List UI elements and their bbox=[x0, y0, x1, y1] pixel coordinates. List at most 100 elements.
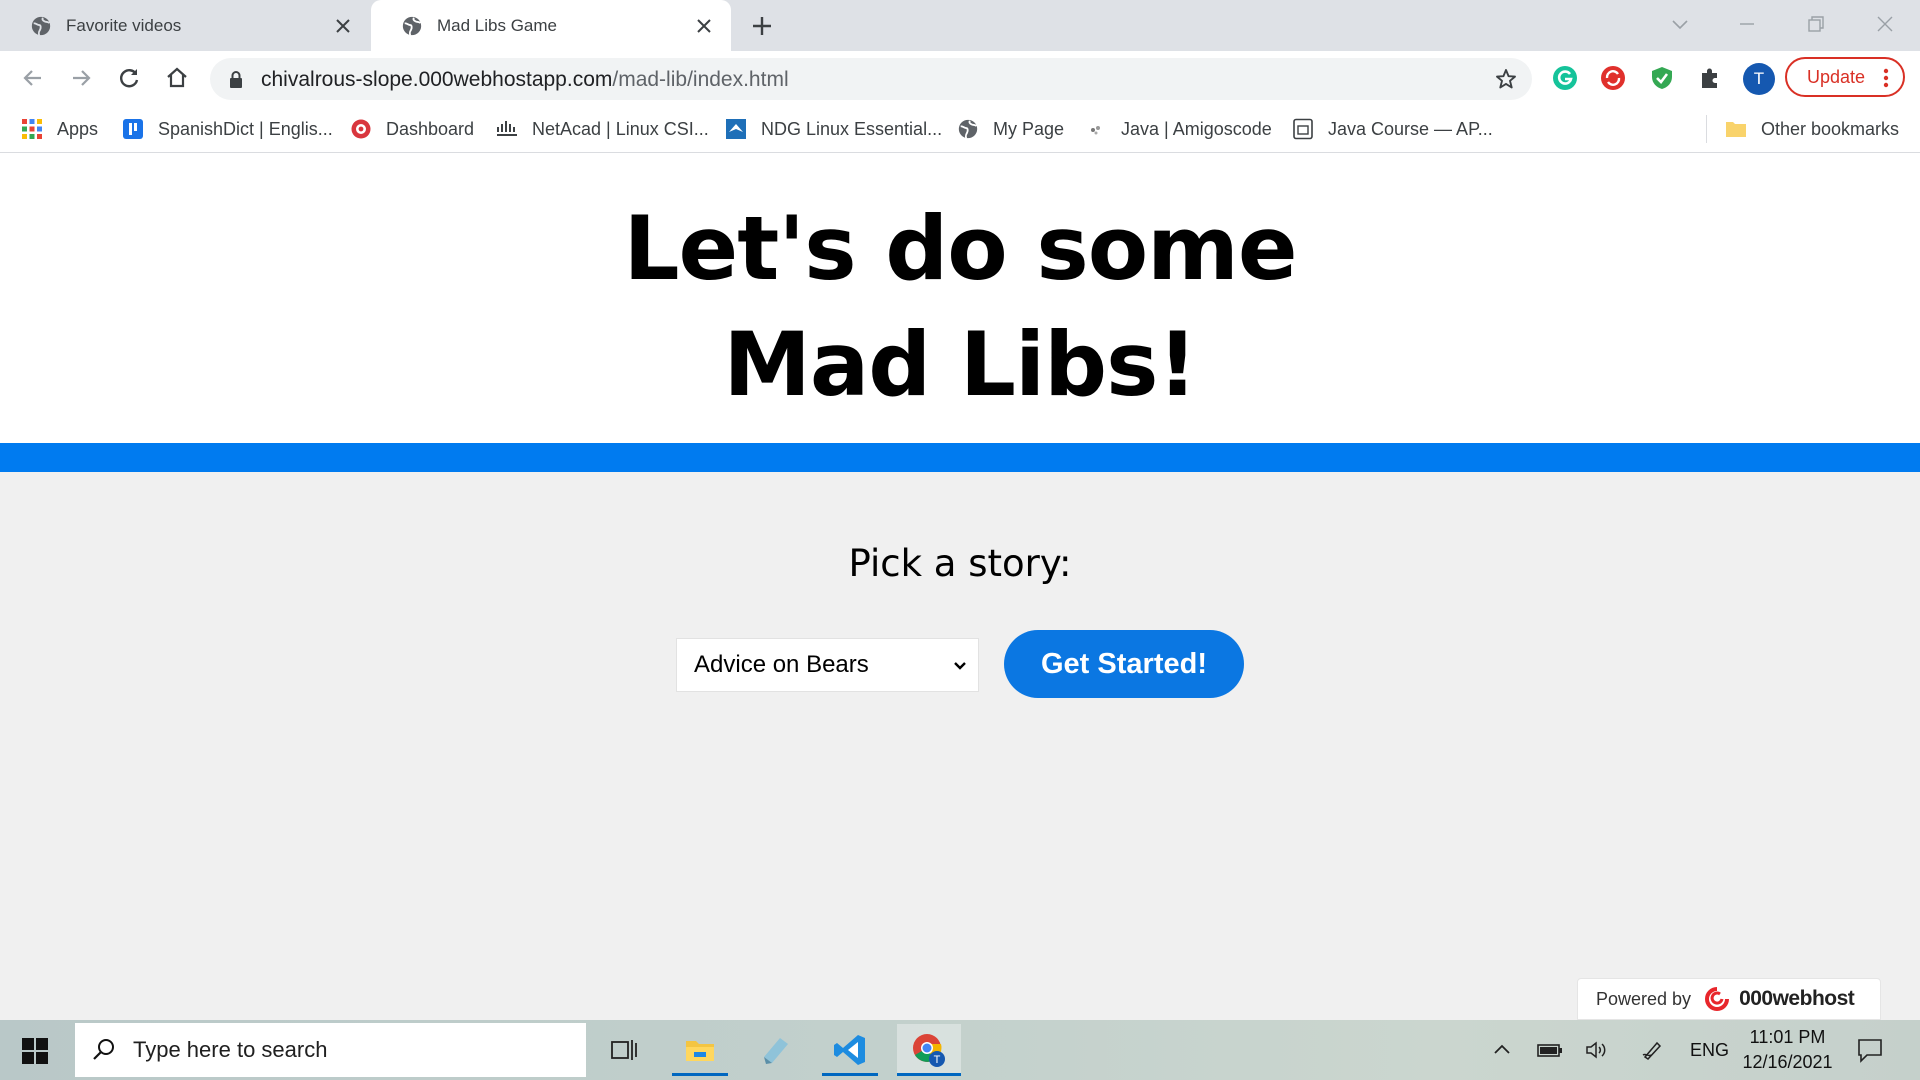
close-tab-icon[interactable] bbox=[334, 17, 352, 35]
reload-icon[interactable] bbox=[115, 64, 143, 92]
bookmark-my-page[interactable]: My Page bbox=[957, 115, 1064, 143]
running-indicator bbox=[897, 1073, 961, 1076]
bookmark-netacad[interactable]: NetAcad | Linux CSI... bbox=[496, 115, 709, 143]
new-tab-icon[interactable] bbox=[750, 14, 774, 38]
other-bookmarks-label: Other bookmarks bbox=[1761, 118, 1900, 139]
bookmark-spanishdict[interactable]: SpanishDict | Englis... bbox=[122, 115, 333, 143]
url-path: /mad-lib/index.html bbox=[612, 68, 789, 91]
update-label: Update bbox=[1807, 66, 1866, 87]
tab-mad-libs-game[interactable]: Mad Libs Game bbox=[371, 0, 731, 51]
title-line-2: Mad Libs! bbox=[723, 313, 1197, 416]
taskbar-notepad-app[interactable] bbox=[748, 1024, 804, 1076]
page-main: Pick a story: Advice on Bears Get Starte… bbox=[0, 472, 1920, 1020]
bookmark-label: Apps bbox=[57, 118, 99, 139]
pen-workspace[interactable] bbox=[1640, 1020, 1664, 1080]
battery-icon bbox=[1537, 1044, 1562, 1057]
notification-icon bbox=[1858, 1039, 1882, 1063]
taskbar-file-explorer[interactable] bbox=[672, 1024, 728, 1076]
powered-by-text: Powered by bbox=[1596, 988, 1692, 1009]
bookmark-amigoscode[interactable]: Java | Amigoscode bbox=[1085, 115, 1272, 143]
tab-search-chevron-icon[interactable] bbox=[1668, 12, 1692, 36]
other-bookmarks-folder[interactable]: Other bookmarks bbox=[1725, 115, 1899, 143]
document-icon bbox=[1293, 118, 1313, 140]
title-line-1: Let's do some bbox=[623, 197, 1297, 300]
globe-icon bbox=[402, 16, 422, 35]
vscode-icon bbox=[834, 1035, 865, 1065]
dashboard-icon bbox=[351, 119, 371, 139]
sync-extension-icon[interactable] bbox=[1599, 64, 1627, 92]
pick-story-label: Pick a story: bbox=[848, 542, 1072, 585]
globe-icon bbox=[958, 119, 978, 139]
show-hidden-icons-button[interactable] bbox=[1490, 1020, 1514, 1080]
bookmark-ndg-linux[interactable]: NDG Linux Essential... bbox=[725, 115, 942, 143]
taskbar-vscode[interactable] bbox=[822, 1024, 878, 1076]
action-center-button[interactable] bbox=[1856, 1020, 1884, 1080]
grammarly-icon[interactable] bbox=[1551, 64, 1579, 92]
taskbar-chrome[interactable]: T bbox=[897, 1024, 961, 1076]
bookmark-label: Dashboard bbox=[386, 118, 475, 139]
windows-start-icon[interactable] bbox=[22, 1038, 48, 1064]
volume-control[interactable] bbox=[1584, 1020, 1608, 1080]
task-view-icon bbox=[611, 1040, 637, 1060]
lock-icon[interactable] bbox=[228, 70, 244, 88]
bookmark-label: SpanishDict | Englis... bbox=[158, 118, 333, 139]
apps-grid-icon bbox=[22, 119, 42, 139]
clock-date: 12/16/2021 bbox=[1742, 1052, 1833, 1072]
bookmark-dashboard[interactable]: Dashboard bbox=[350, 115, 474, 143]
taskbar-search-placeholder: Type here to search bbox=[133, 1037, 328, 1062]
speaker-icon bbox=[1586, 1041, 1606, 1059]
chevron-down-icon bbox=[954, 662, 966, 670]
webhost-logo-icon bbox=[1705, 987, 1730, 1011]
spanishdict-icon bbox=[123, 119, 143, 139]
bookmark-apps[interactable]: Apps bbox=[21, 115, 98, 143]
file-explorer-icon bbox=[686, 1041, 714, 1061]
shield-icon[interactable] bbox=[1648, 64, 1676, 92]
back-arrow-icon[interactable] bbox=[19, 64, 47, 92]
taskbar-search-box[interactable]: Type here to search bbox=[75, 1023, 586, 1077]
home-icon[interactable] bbox=[163, 64, 191, 92]
ndg-icon bbox=[726, 119, 746, 139]
powered-by-badge[interactable]: Powered by 000webhost bbox=[1577, 978, 1881, 1020]
more-menu-icon[interactable] bbox=[1883, 68, 1889, 88]
bookmarks-bar: Apps SpanishDict | Englis... Dashboard N… bbox=[0, 105, 1920, 153]
browser-toolbar: chivalrous-slope.000webhostapp.com/mad-l… bbox=[0, 51, 1920, 105]
bookmark-label: NetAcad | Linux CSI... bbox=[532, 118, 709, 139]
update-button[interactable]: Update bbox=[1785, 57, 1905, 97]
clock-time: 11:01 PM bbox=[1749, 1027, 1826, 1047]
address-bar[interactable]: chivalrous-slope.000webhostapp.com/mad-l… bbox=[210, 58, 1532, 100]
get-started-button[interactable]: Get Started! bbox=[1004, 630, 1244, 698]
bookmark-java-course[interactable]: Java Course — AP... bbox=[1292, 115, 1493, 143]
input-language[interactable]: ENG bbox=[1690, 1020, 1729, 1080]
folder-icon bbox=[1726, 122, 1746, 137]
extensions-puzzle-icon[interactable] bbox=[1696, 64, 1724, 92]
system-clock[interactable]: 11:01 PM 12/16/2021 bbox=[1730, 1025, 1845, 1075]
bookmark-label: NDG Linux Essential... bbox=[761, 118, 943, 139]
cisco-icon bbox=[497, 121, 517, 136]
task-view-button[interactable] bbox=[596, 1024, 652, 1076]
globe-icon bbox=[31, 16, 51, 35]
url-text[interactable]: chivalrous-slope.000webhostapp.com/mad-l… bbox=[261, 68, 789, 92]
story-selected-value: Advice on Bears bbox=[694, 651, 869, 678]
story-select[interactable]: Advice on Bears bbox=[676, 638, 979, 692]
tab-title: Mad Libs Game bbox=[437, 15, 557, 35]
notepad-icon bbox=[764, 1038, 788, 1064]
webhost-brand: 000webhost bbox=[1739, 987, 1855, 1010]
close-tab-icon[interactable] bbox=[695, 17, 713, 35]
language-indicator: ENG bbox=[1690, 1039, 1730, 1060]
amigoscode-icon bbox=[1091, 126, 1100, 135]
chrome-icon: T bbox=[913, 1034, 945, 1067]
bookmark-label: Java Course — AP... bbox=[1328, 118, 1493, 139]
close-window-icon[interactable] bbox=[1873, 12, 1897, 36]
forward-arrow-icon[interactable] bbox=[67, 64, 95, 92]
search-icon bbox=[93, 1039, 114, 1060]
chevron-up-icon bbox=[1494, 1044, 1510, 1054]
tab-title: Favorite videos bbox=[66, 15, 182, 35]
bookmark-star-icon[interactable] bbox=[1494, 67, 1518, 91]
running-indicator bbox=[672, 1073, 728, 1076]
profile-avatar[interactable]: T bbox=[1743, 63, 1775, 95]
tab-favorite-videos[interactable]: Favorite videos bbox=[0, 0, 370, 51]
minimize-icon[interactable] bbox=[1735, 12, 1759, 36]
tab-strip: Favorite videos Mad Libs Game bbox=[0, 0, 1920, 51]
restore-icon[interactable] bbox=[1804, 12, 1828, 36]
battery-status[interactable] bbox=[1536, 1020, 1564, 1080]
